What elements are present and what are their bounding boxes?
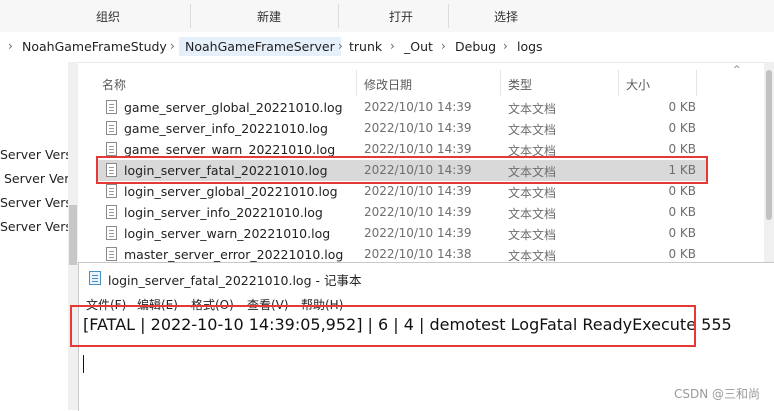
- watermark: CSDN @三和尚: [673, 387, 760, 401]
- nav-item[interactable]: Server Vers: [0, 147, 72, 162]
- file-name: game_server_warn_20221010.log: [124, 142, 336, 157]
- text-file-icon: [106, 100, 117, 114]
- file-size: 0 KB: [668, 142, 696, 156]
- file-type: 文本文档: [508, 207, 557, 221]
- menu-view[interactable]: 查看(V): [247, 296, 289, 313]
- ribbon-group-organize[interactable]: 组织: [96, 8, 120, 25]
- file-date: 2022/10/10 14:39: [364, 121, 472, 135]
- text-file-icon: [106, 247, 117, 261]
- file-type: 文本文档: [508, 228, 557, 242]
- file-name: game_server_info_20221010.log: [124, 121, 328, 136]
- file-name: master_server_error_20221010.log: [124, 247, 344, 262]
- chevron-right-icon[interactable]: ›: [441, 39, 446, 53]
- file-date: 2022/10/10 14:39: [364, 226, 472, 240]
- chevron-right-icon[interactable]: ›: [390, 39, 395, 53]
- menu-help[interactable]: 帮助(H): [301, 296, 343, 313]
- file-row[interactable]: login_server_warn_20221010.log 2022/10/1…: [96, 223, 706, 244]
- file-size: 0 KB: [668, 205, 696, 219]
- ribbon-group-open[interactable]: 打开: [389, 8, 413, 25]
- file-date: 2022/10/10 14:38: [364, 247, 472, 261]
- menu-file[interactable]: 文件(F): [86, 296, 126, 313]
- notepad-icon: [89, 271, 101, 285]
- file-row[interactable]: game_server_global_20221010.log 2022/10/…: [96, 97, 706, 118]
- file-row[interactable]: login_server_global_20221010.log 2022/10…: [96, 181, 706, 202]
- column-divider[interactable]: [618, 70, 619, 96]
- text-file-icon: [106, 205, 117, 219]
- nav-item[interactable]: Server Ver: [4, 171, 69, 186]
- breadcrumb-item[interactable]: _Out: [404, 39, 433, 54]
- text-file-icon: [106, 142, 117, 156]
- address-bar[interactable]: › NoahGameFrameStudy › NoahGameFrameServ…: [0, 32, 774, 63]
- menu-edit[interactable]: 编辑(E): [137, 296, 178, 313]
- file-name: login_server_fatal_20221010.log: [124, 163, 328, 178]
- notepad-title: login_server_fatal_20221010.log - 记事本: [108, 273, 362, 288]
- column-header-type[interactable]: 类型: [508, 76, 532, 93]
- file-size: 0 KB: [668, 121, 696, 135]
- sort-ascending-icon: ^: [733, 65, 741, 75]
- column-header-size[interactable]: 大小: [626, 76, 650, 93]
- file-type: 文本文档: [508, 144, 557, 158]
- notepad-text-content[interactable]: [FATAL | 2022-10-10 14:39:05,952] | 6 | …: [83, 315, 732, 334]
- text-caret: [83, 355, 84, 373]
- ribbon-divider: [338, 4, 339, 28]
- file-date: 2022/10/10 14:39: [364, 205, 472, 219]
- file-size: 0 KB: [668, 100, 696, 114]
- ribbon-divider: [448, 4, 449, 28]
- file-row-selected[interactable]: login_server_fatal_20221010.log 2022/10/…: [96, 160, 706, 181]
- nav-item[interactable]: Server Vers: [0, 219, 72, 234]
- file-date: 2022/10/10 14:39: [364, 100, 472, 114]
- chevron-right-icon[interactable]: ›: [170, 39, 175, 53]
- chevron-right-icon[interactable]: ›: [338, 39, 343, 53]
- column-divider[interactable]: [696, 70, 697, 96]
- file-size: 0 KB: [668, 184, 696, 198]
- file-type: 文本文档: [508, 102, 557, 116]
- file-name: login_server_info_20221010.log: [124, 205, 323, 220]
- file-name: login_server_warn_20221010.log: [124, 226, 331, 241]
- column-divider[interactable]: [356, 70, 357, 96]
- ribbon: 组织 新建 打开 选择: [0, 0, 774, 33]
- column-headers: ^ 名称 修改日期 类型 大小: [78, 62, 774, 96]
- text-file-icon: [106, 226, 117, 240]
- file-row[interactable]: game_server_info_20221010.log 2022/10/10…: [96, 118, 706, 139]
- ribbon-divider: [190, 4, 191, 28]
- nav-scrollbar-thumb[interactable]: [69, 205, 77, 265]
- file-list-scrollbar-thumb[interactable]: [766, 70, 772, 220]
- notepad-window: login_server_fatal_20221010.log - 记事本 文件…: [78, 262, 774, 411]
- nav-item[interactable]: Server Vers: [0, 195, 72, 210]
- breadcrumb-item[interactable]: NoahGameFrameServer: [179, 37, 341, 56]
- chevron-right-icon[interactable]: ›: [503, 39, 508, 53]
- breadcrumb-item[interactable]: logs: [517, 39, 543, 54]
- column-divider[interactable]: [500, 70, 501, 96]
- ribbon-group-select[interactable]: 选择: [494, 8, 518, 25]
- file-type: 文本文档: [508, 123, 557, 137]
- breadcrumb-item[interactable]: Debug: [455, 39, 496, 54]
- file-size: 0 KB: [668, 247, 696, 261]
- breadcrumb-item[interactable]: trunk: [349, 39, 382, 54]
- file-type: 文本文档: [508, 186, 557, 200]
- file-row[interactable]: login_server_info_20221010.log 2022/10/1…: [96, 202, 706, 223]
- file-name: login_server_global_20221010.log: [124, 184, 338, 199]
- file-size: 0 KB: [668, 226, 696, 240]
- text-file-icon: [106, 163, 117, 177]
- breadcrumb-item[interactable]: NoahGameFrameStudy: [22, 39, 167, 54]
- file-size: 1 KB: [668, 163, 696, 177]
- notepad-menu-bar: 文件(F) 编辑(E) 格式(O) 查看(V) 帮助(H): [79, 293, 774, 313]
- file-date: 2022/10/10 14:39: [364, 184, 472, 198]
- file-row[interactable]: game_server_warn_20221010.log 2022/10/10…: [96, 139, 706, 160]
- file-name: game_server_global_20221010.log: [124, 100, 343, 115]
- notepad-title-bar[interactable]: login_server_fatal_20221010.log - 记事本: [79, 263, 774, 293]
- file-type: 文本文档: [508, 165, 557, 179]
- text-file-icon: [106, 121, 117, 135]
- column-header-date[interactable]: 修改日期: [364, 76, 412, 93]
- ribbon-group-new[interactable]: 新建: [257, 8, 281, 25]
- file-date: 2022/10/10 14:39: [364, 142, 472, 156]
- file-date: 2022/10/10 14:39: [364, 163, 472, 177]
- navigation-pane: Server Vers Server Ver Server Vers Serve…: [0, 62, 72, 410]
- text-file-icon: [106, 184, 117, 198]
- chevron-right-icon[interactable]: ›: [8, 39, 13, 53]
- menu-format[interactable]: 格式(O): [191, 296, 234, 313]
- column-header-name[interactable]: 名称: [102, 76, 126, 93]
